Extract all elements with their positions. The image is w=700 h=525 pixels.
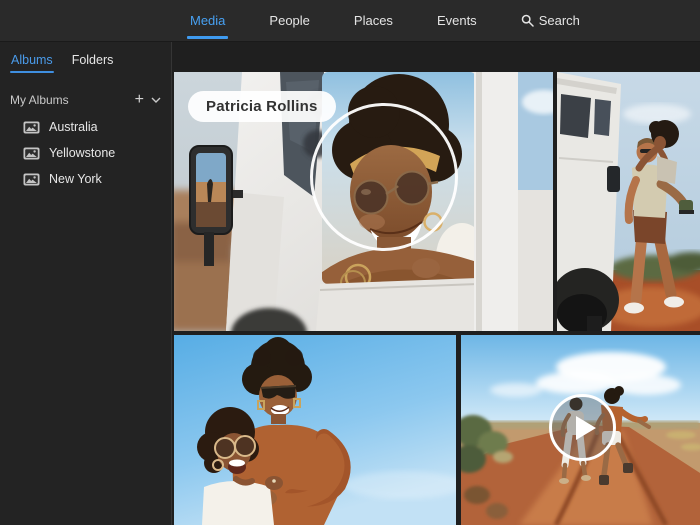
- tab-media[interactable]: Media: [190, 0, 225, 41]
- sidebar: Albums Folders My Albums +: [0, 42, 172, 525]
- search-icon: [521, 14, 534, 27]
- tab-people[interactable]: People: [269, 0, 309, 41]
- tab-search-label: Search: [539, 13, 580, 28]
- photo-album-icon: [23, 173, 40, 186]
- photo-tile-couple-piggyback-van[interactable]: [557, 72, 700, 331]
- couple-piggyback-photo: [557, 72, 700, 331]
- sidebar-tab-folders[interactable]: Folders: [71, 53, 115, 76]
- face-detect-circle[interactable]: [310, 103, 458, 251]
- album-item-australia[interactable]: Australia: [0, 114, 171, 140]
- organizer-window: Media People Places Events Search Albums: [0, 0, 700, 525]
- sidebar-tabs: Albums Folders: [0, 42, 171, 76]
- album-name: Yellowstone: [49, 146, 115, 160]
- album-item-yellowstone[interactable]: Yellowstone: [0, 140, 171, 166]
- tab-search[interactable]: Search: [521, 0, 580, 41]
- sidebar-tab-albums[interactable]: Albums: [10, 53, 54, 76]
- sidebar-tab-folders-label: Folders: [72, 53, 114, 67]
- my-albums-title: My Albums: [10, 93, 69, 107]
- album-name: Australia: [49, 120, 98, 134]
- album-name: New York: [49, 172, 102, 186]
- play-icon: [576, 416, 596, 440]
- media-grid: Patricia Rollins: [172, 42, 700, 525]
- sidebar-tab-albums-label: Albums: [11, 53, 53, 67]
- add-album-button[interactable]: +: [135, 94, 144, 106]
- my-albums-header: My Albums +: [10, 93, 161, 107]
- tab-places[interactable]: Places: [354, 0, 393, 41]
- tab-media-label: Media: [190, 13, 225, 28]
- tab-people-label: People: [269, 13, 309, 28]
- friends-piggyback-photo: [174, 335, 456, 525]
- tab-events[interactable]: Events: [437, 0, 477, 41]
- tab-places-label: Places: [354, 13, 393, 28]
- face-tag-name: Patricia Rollins: [206, 98, 318, 115]
- tab-events-label: Events: [437, 13, 477, 28]
- album-list: Australia Yellowstone: [0, 114, 171, 192]
- face-tag-pill[interactable]: Patricia Rollins: [188, 91, 336, 122]
- photo-album-icon: [23, 121, 40, 134]
- photo-tile-van-window-portrait[interactable]: Patricia Rollins: [174, 72, 553, 331]
- album-item-new-york[interactable]: New York: [0, 166, 171, 192]
- top-nav: Media People Places Events Search: [0, 0, 700, 42]
- play-button[interactable]: [549, 394, 616, 461]
- photo-tile-friends-piggyback-sky[interactable]: [174, 335, 456, 525]
- photo-album-icon: [23, 147, 40, 160]
- chevron-down-icon[interactable]: [151, 97, 161, 103]
- photo-tile-dirt-road-video[interactable]: [461, 335, 700, 525]
